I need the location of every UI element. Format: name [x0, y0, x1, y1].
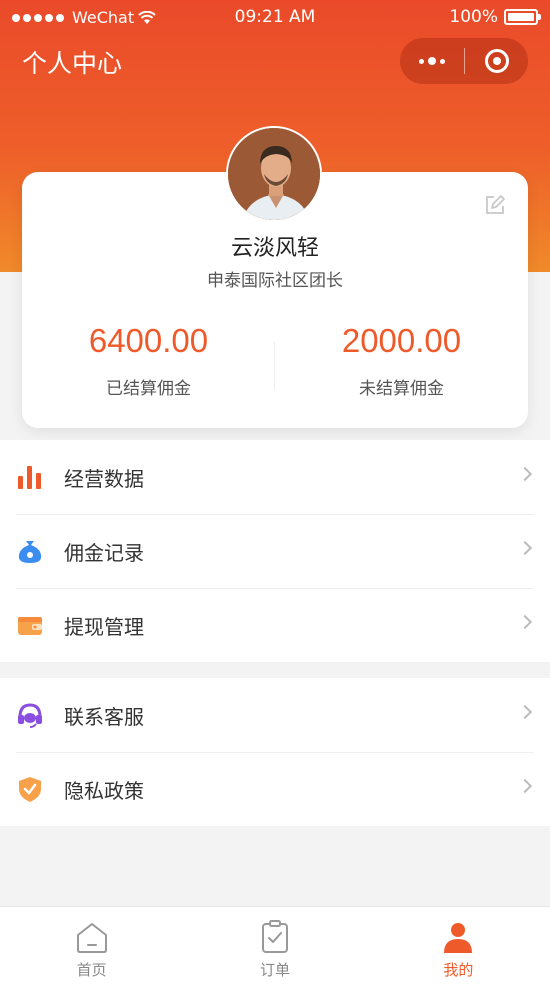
menu-item-commission-records[interactable]: 佣金记录 — [0, 514, 550, 588]
tab-home[interactable]: 首页 — [0, 907, 183, 996]
status-bar: WeChat 09:21 AM 100% — [0, 0, 550, 34]
menu-label: 隐私政策 — [64, 778, 144, 803]
unsettled-amount: 2000.00 — [341, 322, 462, 359]
status-right: 100% — [449, 7, 541, 27]
menu-label: 经营数据 — [64, 466, 144, 491]
user-name: 云淡风轻 — [230, 236, 319, 261]
chevron-right-icon — [517, 540, 533, 556]
wallet-icon — [18, 617, 42, 635]
menu-group-business: 经营数据 佣金记录 提现管理 — [0, 440, 550, 662]
user-icon — [444, 923, 473, 953]
avatar-portrait — [228, 128, 320, 220]
menu-label: 提现管理 — [64, 614, 144, 639]
user-role: 申泰国际社区团长 — [207, 271, 343, 291]
battery-percent: 100% — [449, 7, 498, 27]
mini-program-capsule — [400, 38, 528, 84]
menu-item-business-data[interactable]: 经营数据 — [0, 440, 550, 514]
menu-item-withdrawal[interactable]: 提现管理 — [0, 588, 550, 662]
unsettled-commission[interactable]: 2000.00 未结算佣金 — [275, 322, 528, 399]
tab-orders[interactable]: 订单 — [183, 907, 366, 996]
menu-item-privacy-policy[interactable]: 隐私政策 — [0, 752, 550, 826]
money-bag-icon — [18, 541, 42, 563]
bar-chart-icon — [18, 466, 41, 489]
tab-bar: 首页 订单 我的 — [0, 906, 550, 996]
chevron-right-icon — [517, 778, 533, 794]
tab-mine[interactable]: 我的 — [367, 907, 550, 996]
tab-label: 订单 — [259, 961, 290, 979]
settled-commission[interactable]: 6400.00 已结算佣金 — [22, 322, 275, 399]
close-mini-program-button[interactable] — [465, 38, 528, 84]
target-icon — [484, 49, 509, 73]
more-dot-icon — [419, 58, 424, 64]
battery-icon — [504, 9, 541, 25]
menu-label: 佣金记录 — [64, 540, 144, 565]
more-button[interactable] — [400, 38, 464, 84]
chevron-right-icon — [517, 466, 533, 482]
home-icon — [76, 923, 107, 953]
chevron-right-icon — [517, 704, 533, 720]
order-icon — [261, 920, 288, 953]
chevron-right-icon — [517, 614, 533, 630]
tab-label: 我的 — [443, 961, 474, 979]
more-dot-icon — [428, 57, 436, 65]
menu-item-customer-service[interactable]: 联系客服 — [0, 678, 550, 752]
edit-icon[interactable] — [484, 194, 506, 216]
unsettled-label: 未结算佣金 — [359, 379, 444, 399]
headset-icon — [18, 703, 42, 728]
menu-group-support: 联系客服 隐私政策 — [0, 678, 550, 826]
shield-icon — [19, 777, 41, 802]
more-dot-icon — [440, 58, 445, 64]
settled-label: 已结算佣金 — [106, 379, 191, 399]
tab-label: 首页 — [76, 961, 107, 979]
page-title: 个人中心 — [22, 49, 123, 78]
menu-label: 联系客服 — [64, 704, 144, 729]
settled-amount: 6400.00 — [88, 322, 209, 359]
avatar[interactable] — [226, 126, 322, 222]
